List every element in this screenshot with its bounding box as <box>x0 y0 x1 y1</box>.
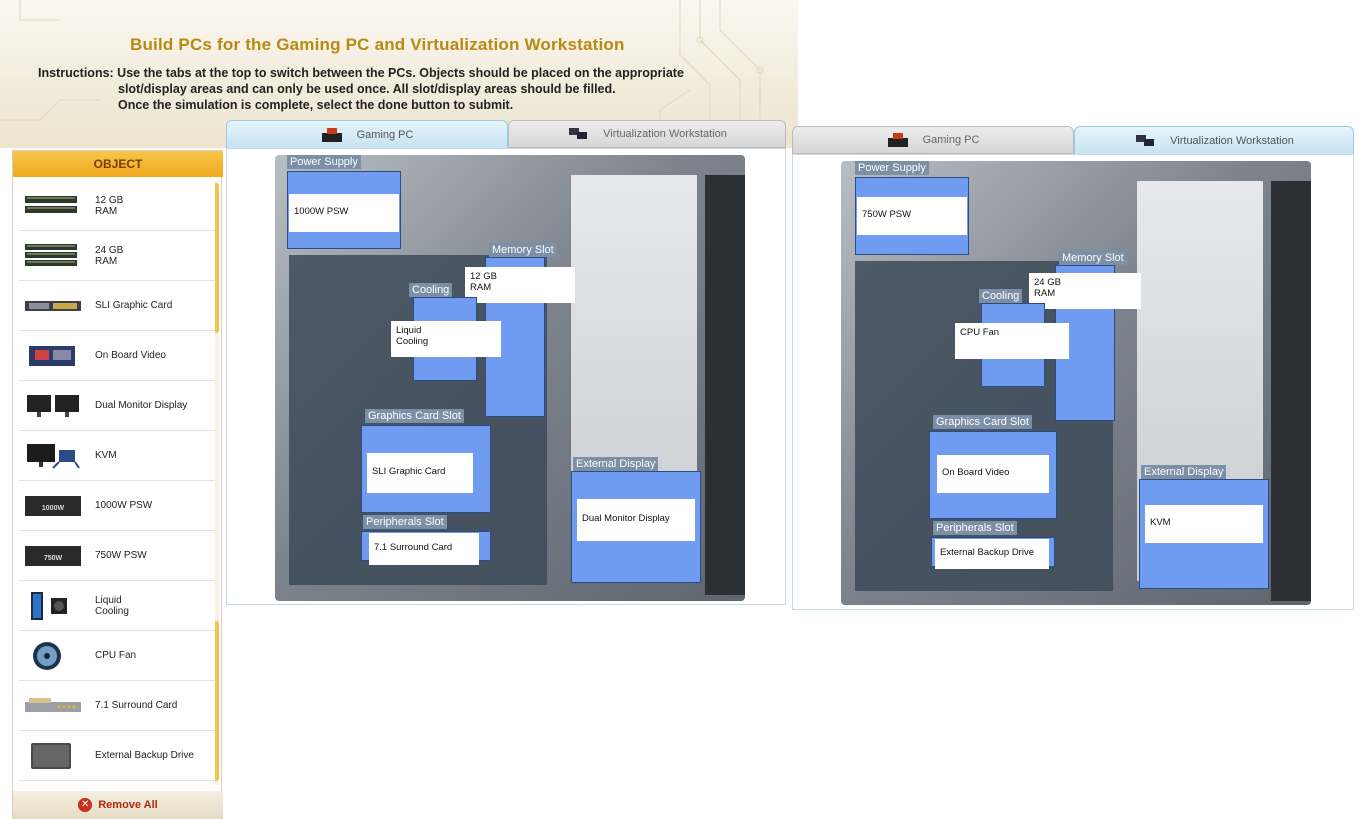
object-item-liquid-cooling[interactable]: Liquid Cooling <box>19 581 215 631</box>
instructions-line-3: Once the simulation is complete, select … <box>118 98 514 112</box>
object-label: 12 GB RAM <box>95 194 124 217</box>
peripherals-card[interactable]: 7.1 Surround Card <box>369 533 479 565</box>
tab-label: Gaming PC <box>356 128 414 141</box>
cooling-label: Cooling <box>979 289 1023 303</box>
object-label: External Backup Drive <box>95 750 194 761</box>
tab-virtualization-workstation-2[interactable]: Virtualization Workstation <box>1074 126 1354 154</box>
object-sidebar: OBJECT 12 GB RAM 24 GB RAM SLI Graphic C… <box>12 150 223 819</box>
tab-label: Virtualization Workstation <box>603 128 727 140</box>
memory-card[interactable]: 12 GB RAM <box>465 267 575 303</box>
object-item-12gb-ram[interactable]: 12 GB RAM <box>19 181 215 231</box>
liquid-cooling-icon <box>31 591 67 620</box>
remove-all-label: Remove All <box>98 799 158 811</box>
object-label: CPU Fan <box>95 650 137 661</box>
peripherals-card[interactable]: External Backup Drive <box>935 539 1049 569</box>
object-item-750w-psw[interactable]: 750W 750W PSW <box>19 531 215 581</box>
sound-card-icon <box>25 697 81 712</box>
tab-gaming-pc[interactable]: Gaming PC <box>226 120 508 148</box>
graphics-card-slot-label: Graphics Card Slot <box>933 415 1032 429</box>
psu-icon: 750W <box>25 545 81 566</box>
ram-icon <box>25 195 77 213</box>
tab-virtualization-workstation[interactable]: Virtualization Workstation <box>508 120 786 148</box>
instructions-line-1: Instructions: Use the tabs at the top to… <box>38 66 684 80</box>
workstation-panel: Power Supply 750W PSW Memory Slot 24 GB … <box>792 154 1354 610</box>
tab-label: Gaming PC <box>922 134 980 146</box>
object-label: KVM <box>95 450 117 461</box>
case-side-panel <box>705 175 745 595</box>
object-label: SLI Graphic Card <box>95 300 173 311</box>
object-item-24gb-ram[interactable]: 24 GB RAM <box>19 231 215 281</box>
object-item-sli-graphic-card[interactable]: SLI Graphic Card <box>19 281 215 331</box>
video-card-icon <box>29 345 75 366</box>
cooling-card[interactable]: Liquid Cooling <box>391 321 501 357</box>
cpu-fan-icon <box>33 641 61 670</box>
psu-badge: 750W <box>44 555 63 562</box>
tab-label: Virtualization Workstation <box>1170 134 1294 147</box>
workstation-icon <box>569 128 588 139</box>
object-item-on-board-video[interactable]: On Board Video <box>19 331 215 381</box>
object-label: Dual Monitor Display <box>95 400 188 411</box>
psu-icon: 1000W <box>25 495 81 516</box>
object-item-surround-card[interactable]: 7.1 Surround Card <box>19 681 215 731</box>
object-label: On Board Video <box>95 350 166 361</box>
psu-badge: 1000W <box>42 505 65 512</box>
tab-gaming-pc-2[interactable]: Gaming PC <box>792 126 1074 154</box>
object-label: 750W PSW <box>95 550 147 561</box>
external-display-label: External Display <box>1141 465 1227 479</box>
kvm-icon <box>27 443 80 469</box>
graphics-card-slot-label: Graphics Card Slot <box>365 409 464 423</box>
graphics-card[interactable]: SLI Graphic Card <box>367 453 473 493</box>
cooling-label: Cooling <box>409 283 453 297</box>
graphics-card[interactable]: On Board Video <box>937 455 1049 493</box>
object-item-external-backup-drive[interactable]: External Backup Drive <box>19 731 215 781</box>
cooling-card[interactable]: CPU Fan <box>955 323 1069 359</box>
object-list: 12 GB RAM 24 GB RAM SLI Graphic Card On … <box>19 181 215 781</box>
peripherals-slot-label: Peripherals Slot <box>933 521 1017 535</box>
external-display-card[interactable]: KVM <box>1145 505 1263 543</box>
object-label: Liquid Cooling <box>95 594 129 617</box>
power-supply-label: Power Supply <box>855 161 929 175</box>
object-item-kvm[interactable]: KVM <box>19 431 215 481</box>
object-label: 24 GB RAM <box>95 244 124 267</box>
remove-icon: ✕ <box>78 798 93 812</box>
object-label: 1000W PSW <box>95 500 153 511</box>
object-item-dual-monitor-display[interactable]: Dual Monitor Display <box>19 381 215 431</box>
instructions-line-2: slot/display areas and can only be used … <box>118 82 616 96</box>
workstation-icon <box>1136 134 1155 146</box>
gaming-pc-icon <box>887 133 908 147</box>
graphic-card-icon <box>25 300 81 311</box>
memory-slot-label: Memory Slot <box>489 243 557 257</box>
memory-card[interactable]: 24 GB RAM <box>1029 273 1141 309</box>
gaming-pc-panel: Power Supply 1000W PSW Memory Slot 12 GB… <box>226 148 786 605</box>
power-supply-card[interactable]: 750W PSW <box>857 197 967 235</box>
memory-slot-label: Memory Slot <box>1059 251 1127 265</box>
external-display-label: External Display <box>573 457 659 471</box>
ram-icon <box>25 243 77 266</box>
object-label: 7.1 Surround Card <box>95 700 178 711</box>
object-item-1000w-psw[interactable]: 1000W 1000W PSW <box>19 481 215 531</box>
remove-all-button[interactable]: ✕ Remove All <box>13 791 223 819</box>
object-header: OBJECT <box>13 151 223 177</box>
object-item-cpu-fan[interactable]: CPU Fan <box>19 631 215 681</box>
peripherals-slot-label: Peripherals Slot <box>363 515 447 529</box>
case-side-panel <box>1271 181 1311 601</box>
power-supply-label: Power Supply <box>287 155 361 169</box>
power-supply-card[interactable]: 1000W PSW <box>289 194 399 232</box>
page-title: Build PCs for the Gaming PC and Virtuali… <box>130 35 625 54</box>
dual-monitor-icon <box>27 394 79 417</box>
hard-drive-icon <box>31 742 71 769</box>
external-display-card[interactable]: Dual Monitor Display <box>577 499 695 541</box>
gaming-pc-icon <box>321 127 342 142</box>
